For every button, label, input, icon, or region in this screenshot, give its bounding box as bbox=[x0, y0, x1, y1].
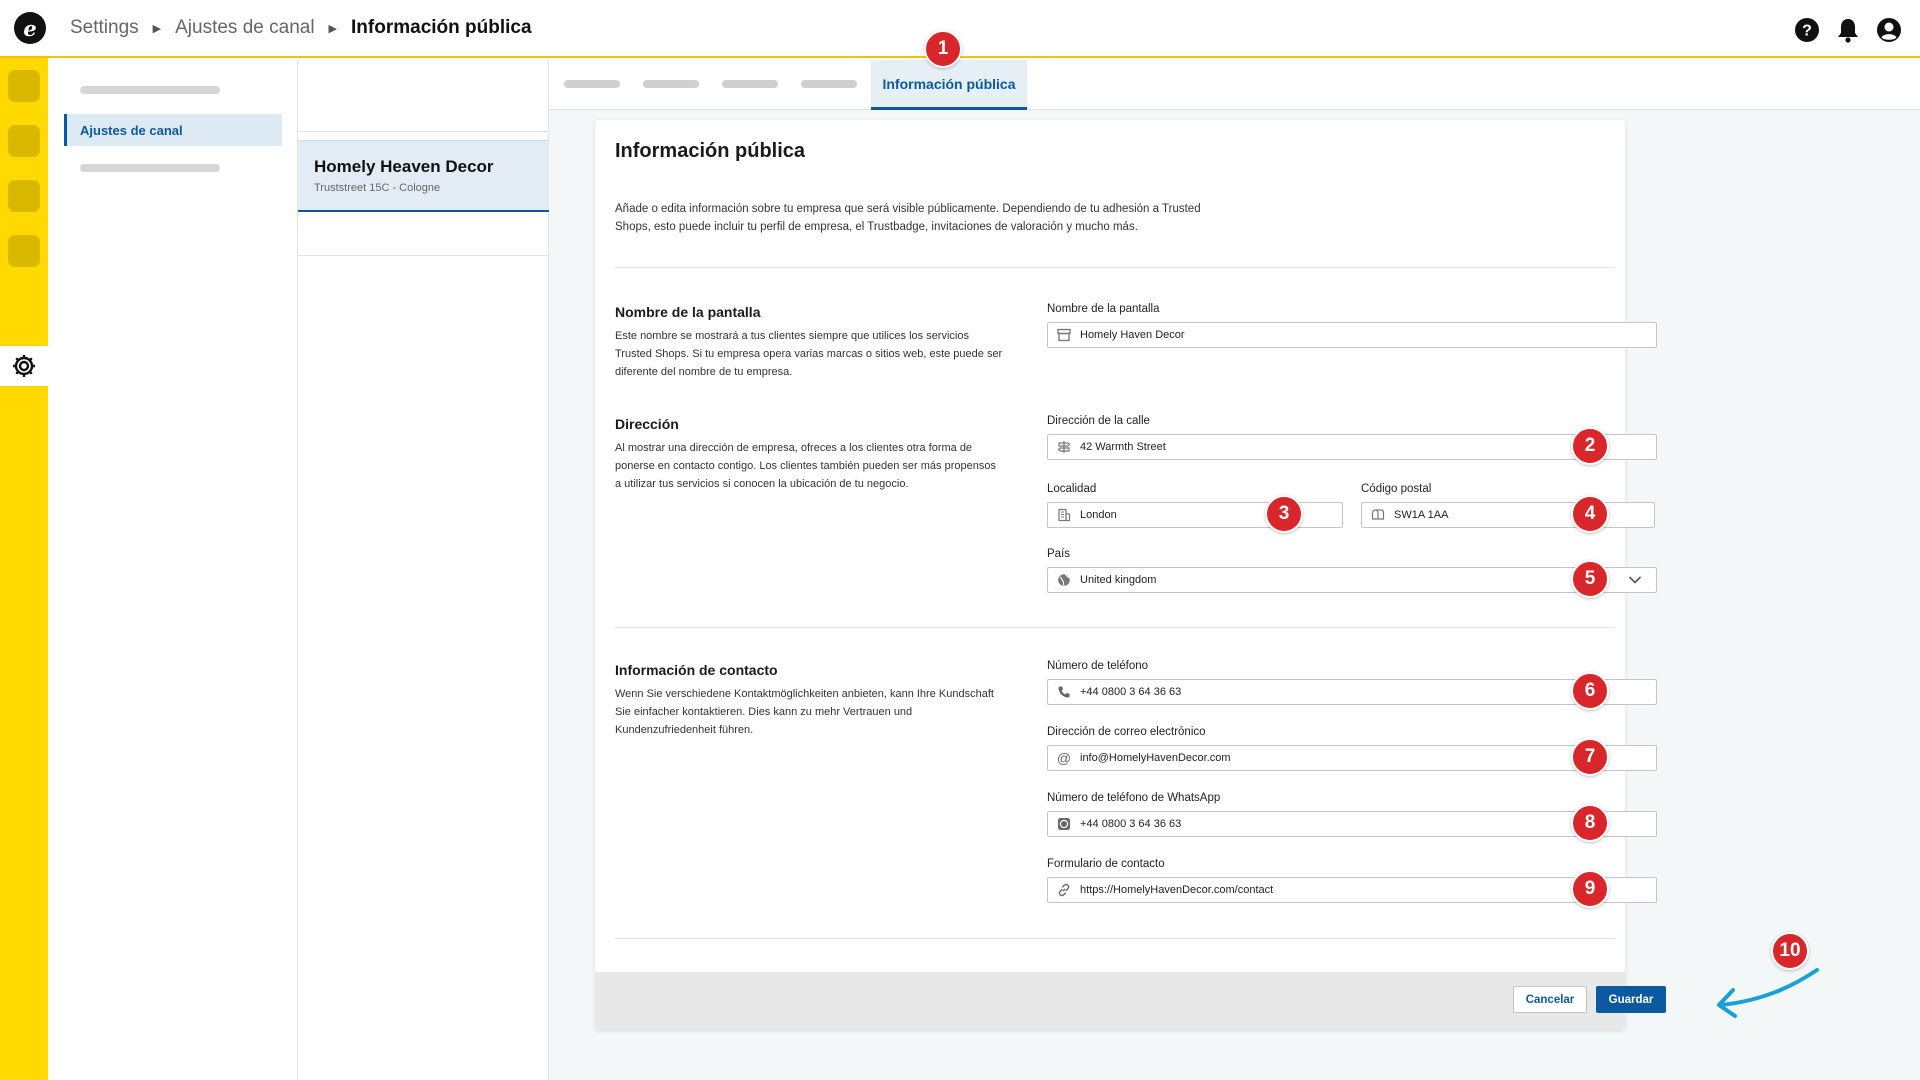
country-select[interactable]: United kingdom bbox=[1047, 567, 1657, 593]
link-icon bbox=[1056, 882, 1072, 898]
etrusted-logo-icon[interactable]: e bbox=[14, 12, 46, 44]
whatsapp-label: Número de teléfono de WhatsApp bbox=[1047, 792, 1221, 804]
breadcrumb-settings[interactable]: Settings bbox=[70, 17, 139, 39]
storefront-icon bbox=[1056, 327, 1072, 343]
step-badge-2: 2 bbox=[1571, 427, 1609, 465]
notifications-bell-icon[interactable] bbox=[1834, 16, 1861, 43]
step-badge-3: 3 bbox=[1265, 495, 1303, 533]
section-divider bbox=[615, 938, 1615, 939]
pointer-arrow-icon bbox=[1717, 968, 1819, 1018]
city-label: Localidad bbox=[1047, 483, 1097, 495]
rail-app-icon[interactable] bbox=[8, 125, 40, 157]
section-divider bbox=[615, 627, 1615, 628]
settings-nav-panel: Ajustes de canal bbox=[48, 60, 298, 1080]
settings-gear-icon[interactable] bbox=[0, 346, 48, 386]
tab-placeholder[interactable] bbox=[801, 80, 857, 88]
contact-form-input[interactable]: https://HomelyHavenDecor.com/contact bbox=[1047, 877, 1657, 903]
mailbox-icon bbox=[1370, 507, 1386, 523]
section-divider bbox=[615, 267, 1615, 268]
channel-address: Truststreet 15C - Cologne bbox=[314, 182, 441, 194]
breadcrumb-separator-icon: ▶ bbox=[328, 22, 338, 35]
svg-text:?: ? bbox=[1802, 22, 1812, 39]
display-name-input[interactable]: Homely Haven Decor bbox=[1047, 322, 1657, 348]
display-name-value: Homely Haven Decor bbox=[1080, 329, 1185, 341]
contact-section-title: Información de contacto bbox=[615, 662, 778, 678]
signpost-icon bbox=[1056, 439, 1072, 455]
city-value: London bbox=[1080, 509, 1117, 521]
channel-list-panel: Homely Heaven Decor Truststreet 15C - Co… bbox=[298, 60, 549, 1080]
display-name-section-title: Nombre de la pantalla bbox=[615, 304, 761, 320]
street-input[interactable]: 42 Warmth Street bbox=[1047, 434, 1657, 460]
rail-app-icon[interactable] bbox=[8, 70, 40, 102]
cancel-button[interactable]: Cancelar bbox=[1513, 986, 1587, 1013]
channel-list-item-selected[interactable]: Homely Heaven Decor Truststreet 15C - Co… bbox=[298, 140, 549, 212]
tab-placeholder[interactable] bbox=[643, 80, 699, 88]
breadcrumb: Settings ▶ Ajustes de canal ▶ Informació… bbox=[70, 17, 532, 39]
chevron-down-icon[interactable] bbox=[1628, 574, 1642, 589]
email-value: info@HomelyHavenDecor.com bbox=[1080, 752, 1231, 764]
save-button[interactable]: Guardar bbox=[1596, 986, 1666, 1013]
email-label: Dirección de correo electrónico bbox=[1047, 726, 1206, 738]
display-name-section-description: Este nombre se mostrará a tus clientes s… bbox=[615, 330, 1003, 378]
step-badge-6: 6 bbox=[1571, 672, 1609, 710]
whatsapp-value: +44 0800 3 64 36 63 bbox=[1080, 818, 1182, 830]
nav-item-placeholder[interactable] bbox=[80, 164, 220, 172]
tab-bar: Información pública 1 bbox=[549, 30, 1920, 110]
card-description: Añade o edita información sobre tu empre… bbox=[615, 203, 1201, 233]
zip-label: Código postal bbox=[1361, 483, 1432, 495]
zip-input[interactable]: SW1A 1AA bbox=[1361, 502, 1655, 528]
globe-icon bbox=[1056, 572, 1072, 588]
phone-label: Número de teléfono bbox=[1047, 660, 1149, 672]
list-divider bbox=[298, 255, 549, 256]
street-label: Dirección de la calle bbox=[1047, 415, 1150, 427]
card-title: Información pública bbox=[615, 140, 806, 162]
account-avatar-icon[interactable] bbox=[1875, 16, 1902, 43]
phone-value: +44 0800 3 64 36 63 bbox=[1080, 686, 1182, 698]
breadcrumb-separator-icon: ▶ bbox=[152, 22, 162, 35]
nav-item-channel-settings[interactable]: Ajustes de canal bbox=[64, 114, 282, 146]
building-icon bbox=[1056, 507, 1072, 523]
country-value: United kingdom bbox=[1080, 574, 1157, 586]
display-name-label: Nombre de la pantalla bbox=[1047, 303, 1160, 315]
step-badge-8: 8 bbox=[1571, 804, 1609, 842]
breadcrumb-current: Información pública bbox=[351, 17, 532, 38]
app-rail bbox=[0, 58, 48, 1080]
tab-public-information[interactable]: Información pública bbox=[871, 60, 1027, 110]
country-label: País bbox=[1047, 548, 1071, 560]
breadcrumb-channel-settings[interactable]: Ajustes de canal bbox=[175, 17, 314, 39]
address-section-title: Dirección bbox=[615, 416, 679, 432]
address-section-description: Al mostrar una dirección de empresa, ofr… bbox=[615, 442, 996, 490]
whatsapp-icon bbox=[1056, 816, 1072, 832]
contact-form-value: https://HomelyHavenDecor.com/contact bbox=[1080, 884, 1274, 896]
step-badge-1: 1 bbox=[924, 30, 962, 68]
step-badge-5: 5 bbox=[1571, 560, 1609, 598]
email-input[interactable]: @ info@HomelyHavenDecor.com bbox=[1047, 745, 1657, 771]
channel-name: Homely Heaven Decor bbox=[314, 157, 494, 176]
nav-item-placeholder[interactable] bbox=[80, 86, 220, 94]
tab-placeholder[interactable] bbox=[564, 80, 620, 88]
contact-section-description: Wenn Sie verschiedene Kontaktmöglichkeit… bbox=[615, 688, 994, 736]
street-value: 42 Warmth Street bbox=[1080, 441, 1166, 453]
step-badge-9: 9 bbox=[1571, 870, 1609, 908]
public-info-card: Información pública Añade o edita inform… bbox=[595, 120, 1666, 1030]
tab-placeholder[interactable] bbox=[722, 80, 778, 88]
zip-value: SW1A 1AA bbox=[1394, 509, 1449, 521]
at-sign-icon: @ bbox=[1056, 750, 1072, 766]
step-badge-7: 7 bbox=[1571, 738, 1609, 776]
phone-icon bbox=[1056, 684, 1072, 700]
form-footer: Cancelar Guardar bbox=[595, 972, 1666, 1030]
rail-app-icon[interactable] bbox=[8, 180, 40, 212]
rail-app-icon[interactable] bbox=[8, 235, 40, 267]
phone-input[interactable]: +44 0800 3 64 36 63 bbox=[1047, 679, 1657, 705]
list-divider bbox=[298, 131, 549, 132]
contact-form-label: Formulario de contacto bbox=[1047, 858, 1165, 870]
main-content: Información pública 1 Información públic… bbox=[549, 30, 1920, 1080]
whatsapp-input[interactable]: +44 0800 3 64 36 63 bbox=[1047, 811, 1657, 837]
step-badge-4: 4 bbox=[1571, 495, 1609, 533]
help-icon[interactable]: ? bbox=[1793, 16, 1820, 43]
